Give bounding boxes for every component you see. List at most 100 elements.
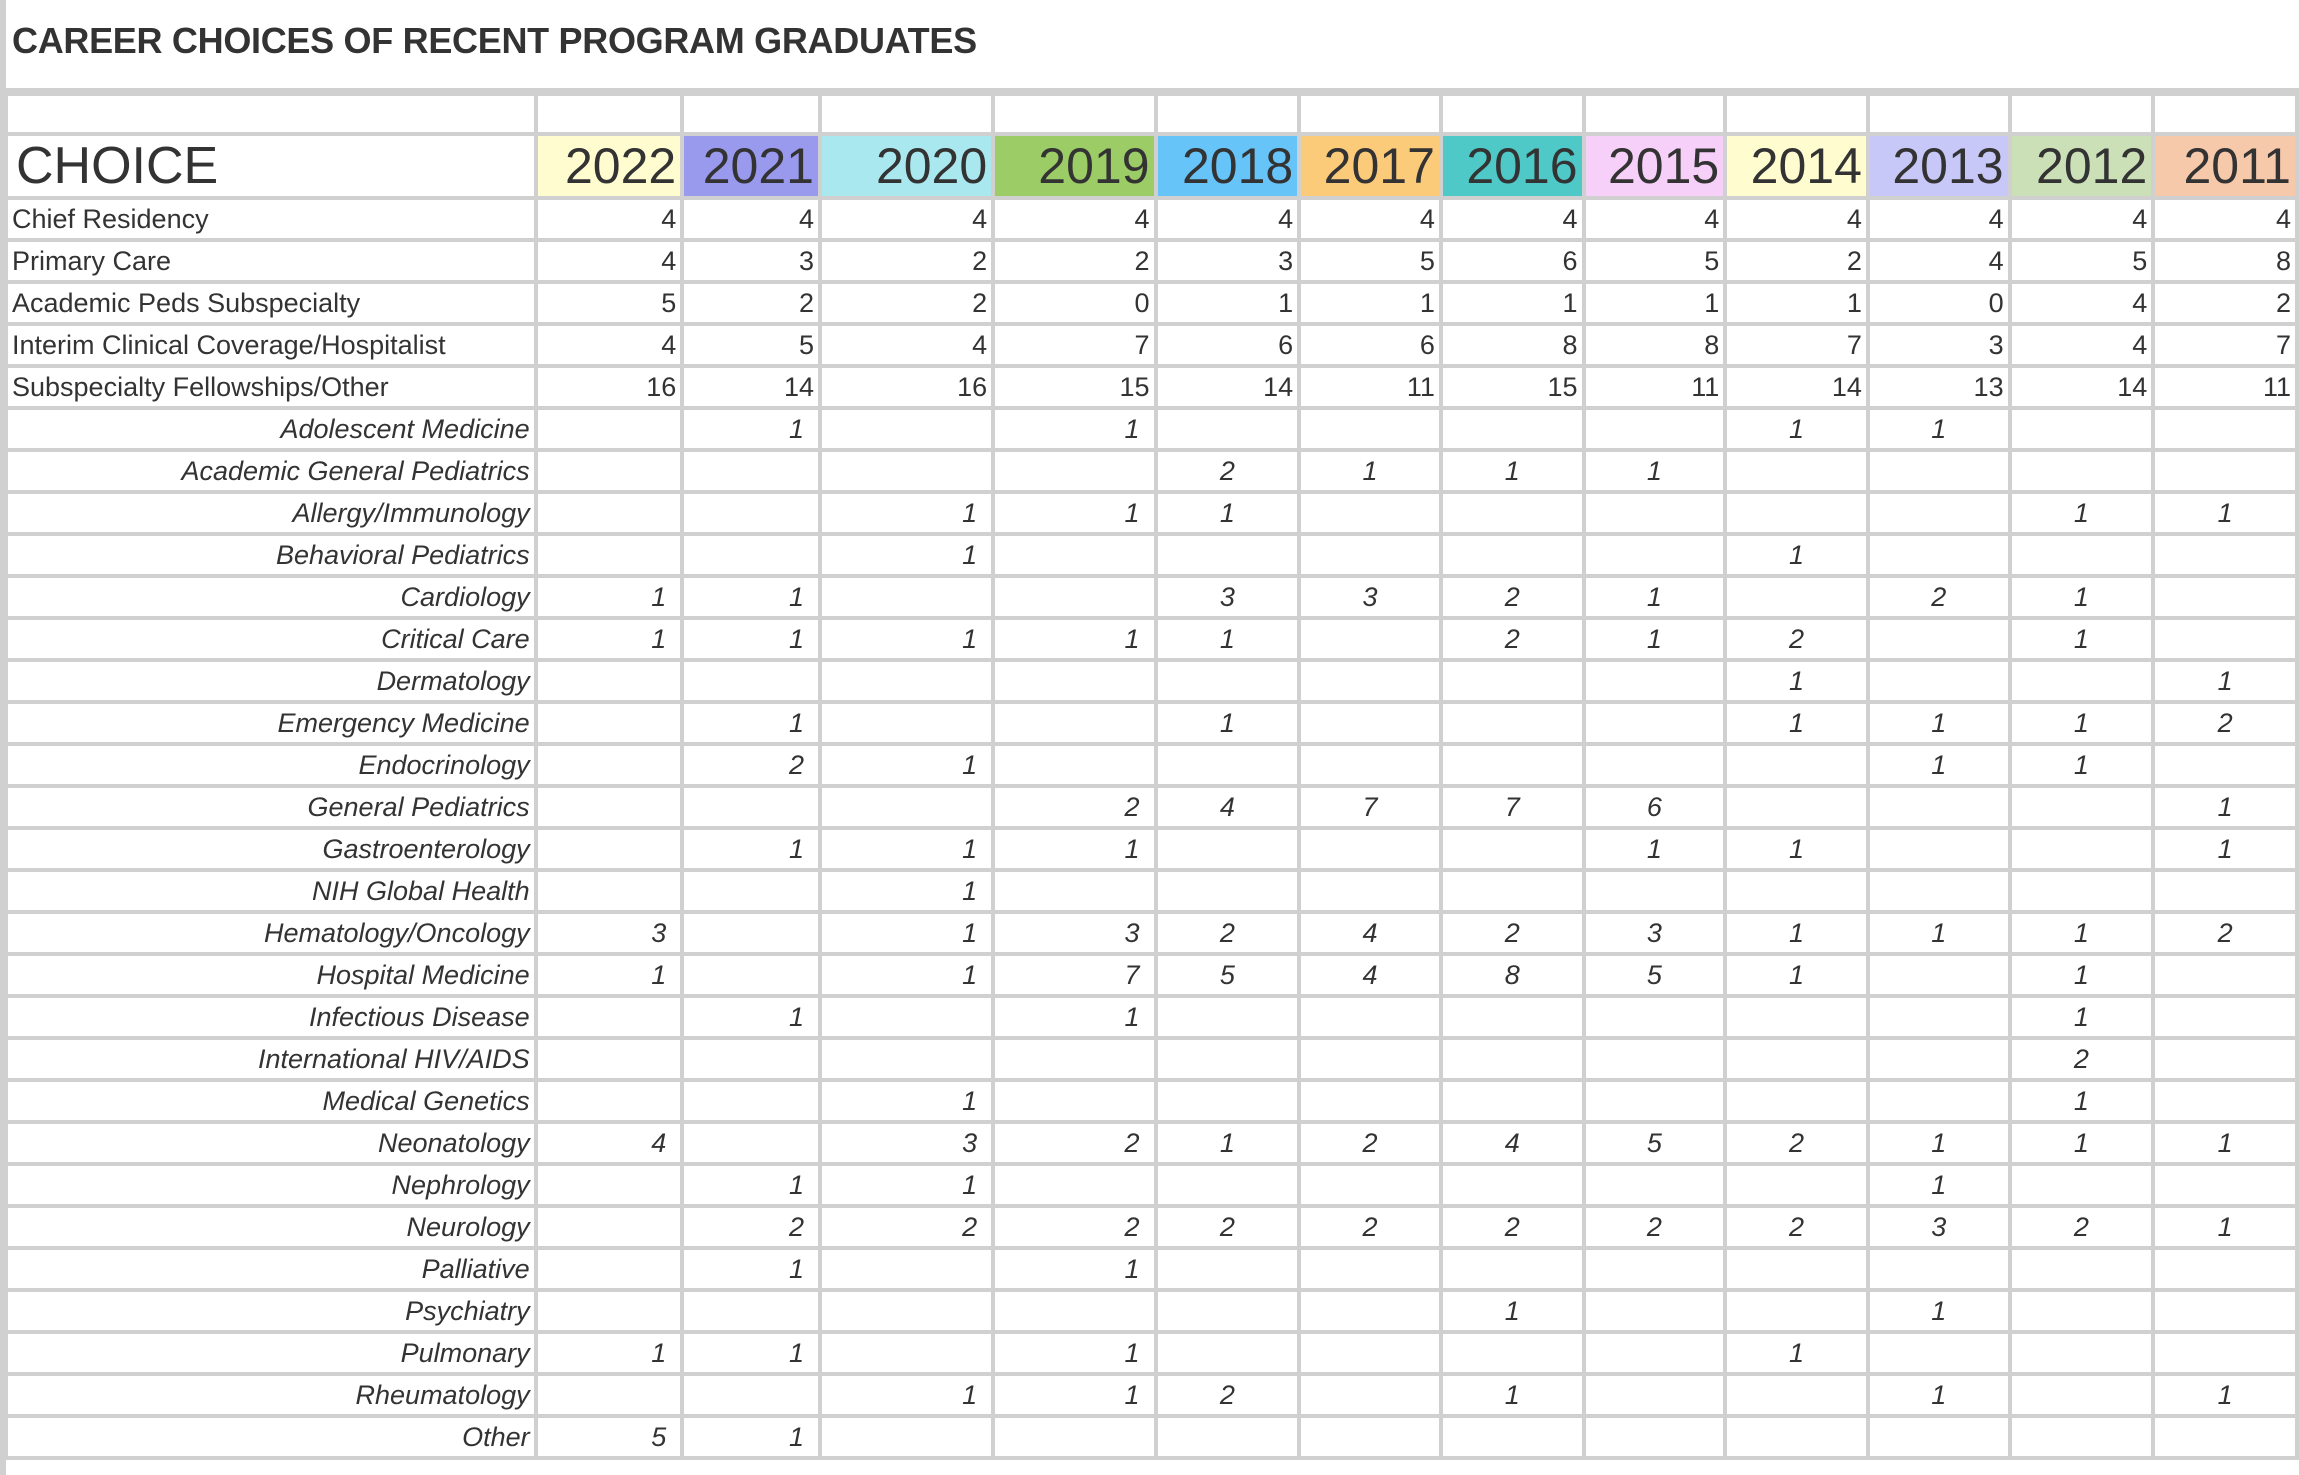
count-cell: 1 (2155, 1208, 2295, 1246)
subspecialty-label: General Pediatrics (8, 788, 534, 826)
count-cell (1869, 788, 2008, 826)
count-cell (1157, 872, 1298, 910)
subspecialty-label: Gastroenterology (8, 830, 534, 868)
count-cell: 1 (2011, 620, 2152, 658)
subspecialty-label: Dermatology (8, 662, 534, 700)
count-cell: 4 (2011, 200, 2152, 238)
count-cell: 1 (2155, 662, 2295, 700)
count-cell (2011, 1418, 2152, 1456)
count-cell: 4 (995, 200, 1154, 238)
count-cell: 2 (1442, 1208, 1582, 1246)
count-cell: 3 (1585, 914, 1724, 952)
count-cell: 1 (1301, 452, 1439, 490)
count-cell: 1 (1869, 1166, 2008, 1204)
count-cell (1301, 1040, 1439, 1078)
count-cell: 5 (1585, 242, 1724, 280)
count-cell: 1 (1442, 1292, 1582, 1330)
count-cell (684, 914, 818, 952)
count-cell: 8 (1442, 956, 1582, 994)
count-cell (684, 872, 818, 910)
count-cell (1157, 410, 1298, 448)
count-cell (995, 452, 1154, 490)
subspecialty-label: Neonatology (8, 1124, 534, 1162)
count-cell: 4 (1869, 200, 2008, 238)
count-cell: 1 (2011, 1082, 2152, 1120)
category-row: Academic Peds Subspecialty 5 2 2 0 1 1 1 1 1 0 4 2 (8, 284, 2295, 322)
count-cell: 4 (2011, 326, 2152, 364)
count-cell: 14 (684, 368, 818, 406)
count-cell: 2 (1301, 1124, 1439, 1162)
count-cell (537, 998, 681, 1036)
blank-cell (8, 96, 534, 132)
count-cell (1585, 662, 1724, 700)
count-cell: 6 (1157, 326, 1298, 364)
year-header-2021: 2021 (684, 136, 818, 196)
count-cell (2011, 830, 2152, 868)
count-cell (1301, 746, 1439, 784)
subspecialty-label: Neurology (8, 1208, 534, 1246)
count-cell: 2 (2011, 1040, 2152, 1078)
count-cell: 4 (821, 326, 992, 364)
count-cell: 11 (1301, 368, 1439, 406)
count-cell: 4 (1301, 200, 1439, 238)
count-cell: 4 (684, 200, 818, 238)
count-cell: 1 (684, 830, 818, 868)
count-cell (2155, 410, 2295, 448)
count-cell: 1 (684, 704, 818, 742)
blank-cell (1585, 96, 1724, 132)
count-cell: 3 (1301, 578, 1439, 616)
count-cell: 2 (1157, 1376, 1298, 1414)
count-cell (1301, 1418, 1439, 1456)
year-header-2011: 2011 (2155, 136, 2295, 196)
count-cell (684, 494, 818, 532)
count-cell (1727, 494, 1866, 532)
count-cell (1442, 746, 1582, 784)
count-cell (2155, 956, 2295, 994)
category-row: Chief Residency 4 4 4 4 4 4 4 4 4 4 4 4 (8, 200, 2295, 238)
subspecialty-label: Nephrology (8, 1166, 534, 1204)
count-cell: 1 (821, 914, 992, 952)
count-cell: 4 (1869, 242, 2008, 280)
count-cell (1585, 1376, 1724, 1414)
count-cell (2155, 620, 2295, 658)
count-cell: 1 (821, 620, 992, 658)
count-cell (1301, 1376, 1439, 1414)
count-cell (684, 1376, 818, 1414)
count-cell (2155, 536, 2295, 574)
count-cell (1585, 704, 1724, 742)
count-cell: 1 (995, 410, 1154, 448)
year-header-2013: 2013 (1869, 136, 2008, 196)
count-cell: 1 (2011, 956, 2152, 994)
count-cell: 4 (2011, 284, 2152, 322)
subspecialty-row: Medical Genetics 1 1 (8, 1082, 2295, 1120)
blank-cell (821, 96, 992, 132)
count-cell (995, 1082, 1154, 1120)
header-row: CHOICE 2022 2021 2020 2019 2018 2017 2016 2015 2… (8, 136, 2295, 196)
subspecialty-label: Psychiatry (8, 1292, 534, 1330)
category-label: Subspecialty Fellowships/Other (8, 368, 534, 406)
count-cell: 5 (1585, 1124, 1724, 1162)
count-cell: 11 (1585, 368, 1724, 406)
subspecialty-label: Academic General Pediatrics (8, 452, 534, 490)
count-cell (1157, 662, 1298, 700)
count-cell: 2 (1869, 578, 2008, 616)
count-cell: 2 (821, 242, 992, 280)
subspecialty-label: Emergency Medicine (8, 704, 534, 742)
count-cell (1585, 410, 1724, 448)
subspecialty-row: Neurology 2 2 2 2 2 2 2 2 3 2 1 (8, 1208, 2295, 1246)
blank-cell (1442, 96, 1582, 132)
count-cell (537, 872, 681, 910)
count-cell (1727, 1418, 1866, 1456)
count-cell: 7 (995, 326, 1154, 364)
count-cell: 7 (1727, 326, 1866, 364)
count-cell (1157, 536, 1298, 574)
count-cell: 1 (1157, 284, 1298, 322)
count-cell (2155, 452, 2295, 490)
count-cell: 1 (1869, 1376, 2008, 1414)
count-cell (1869, 830, 2008, 868)
count-cell: 2 (1301, 1208, 1439, 1246)
count-cell: 1 (1727, 830, 1866, 868)
count-cell (1301, 410, 1439, 448)
subspecialty-label: Pulmonary (8, 1334, 534, 1372)
count-cell: 1 (1157, 494, 1298, 532)
